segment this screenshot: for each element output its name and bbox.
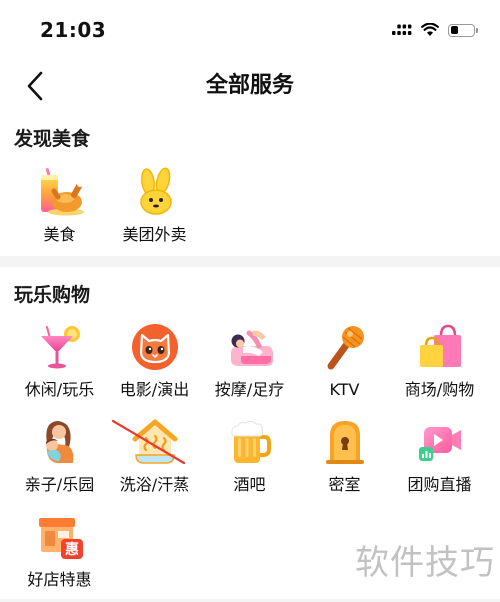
wifi-icon (421, 23, 439, 37)
service-item-family[interactable]: 亲子/乐园 (12, 417, 107, 495)
service-label: 休闲/玩乐 (24, 380, 95, 399)
massage-icon (225, 322, 275, 372)
service-label: 美团外卖 (122, 225, 187, 244)
service-label: 亲子/乐园 (24, 475, 95, 494)
bathhouse-icon (130, 417, 180, 467)
status-icons (392, 23, 478, 37)
service-item-movie[interactable]: 电影/演出 (107, 322, 202, 400)
service-item-meituan-waimai[interactable]: 美团外卖 (107, 167, 202, 245)
mother-child-icon (35, 417, 85, 467)
battery-level-fill (450, 26, 459, 34)
service-item-bath[interactable]: 洗浴/汗蒸 (107, 417, 202, 495)
service-item-massage[interactable]: 按摩/足疗 (202, 322, 297, 400)
page-title: 全部服务 (205, 73, 294, 98)
service-item-bar[interactable]: 酒吧 (202, 417, 297, 495)
service-item-mall[interactable]: 商场/购物 (392, 322, 487, 400)
service-label: 按摩/足疗 (214, 380, 285, 399)
service-item-escape-room[interactable]: 密室 (297, 417, 392, 495)
watermark: 软件技巧 (355, 543, 495, 583)
service-label: KTV (329, 380, 360, 399)
section-title-entertainment: 玩乐购物 (14, 284, 91, 306)
service-item-group-live[interactable]: 团购直播 (392, 417, 487, 495)
service-label: 好店特惠 (27, 570, 92, 589)
cat-face-icon (130, 322, 180, 372)
service-label: 团购直播 (407, 475, 472, 494)
section-divider (0, 256, 500, 267)
service-label: 商场/购物 (404, 380, 475, 399)
meituan-waimai-icon (130, 167, 180, 217)
microphone-icon (320, 322, 370, 372)
service-item-food[interactable]: 美食 (12, 167, 107, 245)
shopping-bags-icon (415, 322, 465, 372)
service-label: 酒吧 (233, 475, 266, 494)
food-services-grid: 美食 美团外卖 (12, 167, 487, 245)
locked-door-icon (320, 417, 370, 467)
shop-deal-badge-text: 惠 (65, 541, 79, 558)
cocktail-icon (35, 322, 85, 372)
service-label: 洗浴/汗蒸 (119, 475, 190, 494)
service-item-ktv[interactable]: KTV (297, 322, 392, 400)
status-time: 21:03 (40, 18, 107, 42)
battery-icon (448, 23, 478, 37)
service-label: 密室 (328, 475, 361, 494)
service-item-shop-deal[interactable]: 惠 好店特惠 (12, 512, 107, 590)
service-item-leisure[interactable]: 休闲/玩乐 (12, 322, 107, 400)
service-label: 电影/演出 (119, 380, 190, 399)
status-bar: 21:03 (0, 0, 500, 60)
service-label: 美食 (43, 225, 76, 244)
shop-discount-icon: 惠 (35, 512, 85, 562)
signal-icon (392, 24, 412, 36)
beer-mug-icon (225, 417, 275, 467)
food-icon (35, 167, 85, 217)
video-camera-icon (415, 417, 465, 467)
section-title-food: 发现美食 (14, 128, 91, 150)
